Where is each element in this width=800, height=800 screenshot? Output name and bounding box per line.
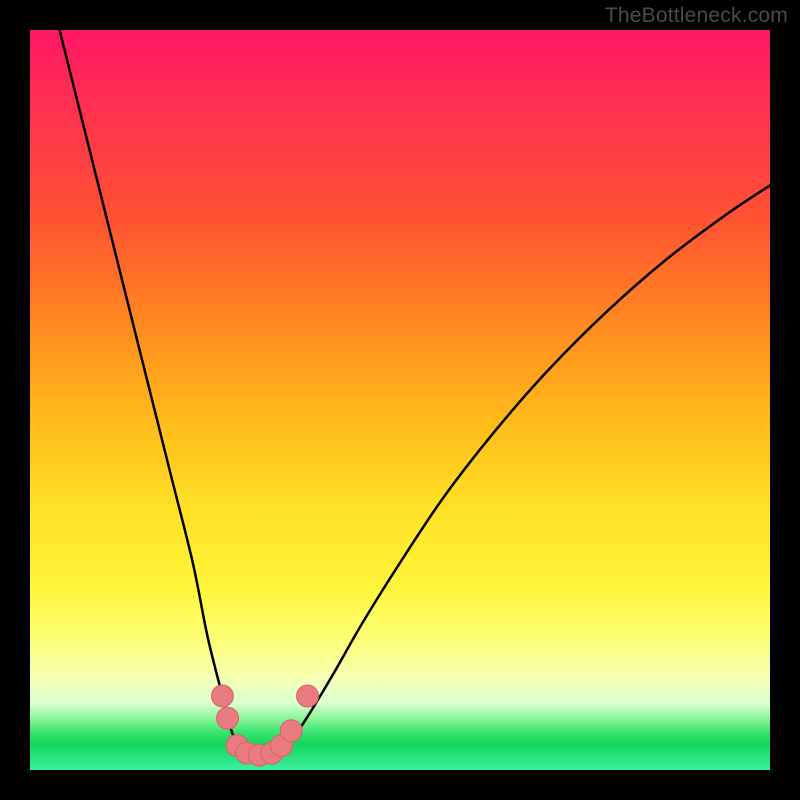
curve-layer (30, 30, 770, 770)
watermark-text: TheBottleneck.com (605, 4, 788, 28)
bottleneck-curve (60, 30, 770, 755)
chart-frame: TheBottleneck.com (0, 0, 800, 800)
curve-marker (297, 685, 319, 707)
plot-area (30, 30, 770, 770)
curve-marker (211, 685, 233, 707)
curve-marker (217, 707, 239, 729)
curve-marker (280, 720, 302, 742)
